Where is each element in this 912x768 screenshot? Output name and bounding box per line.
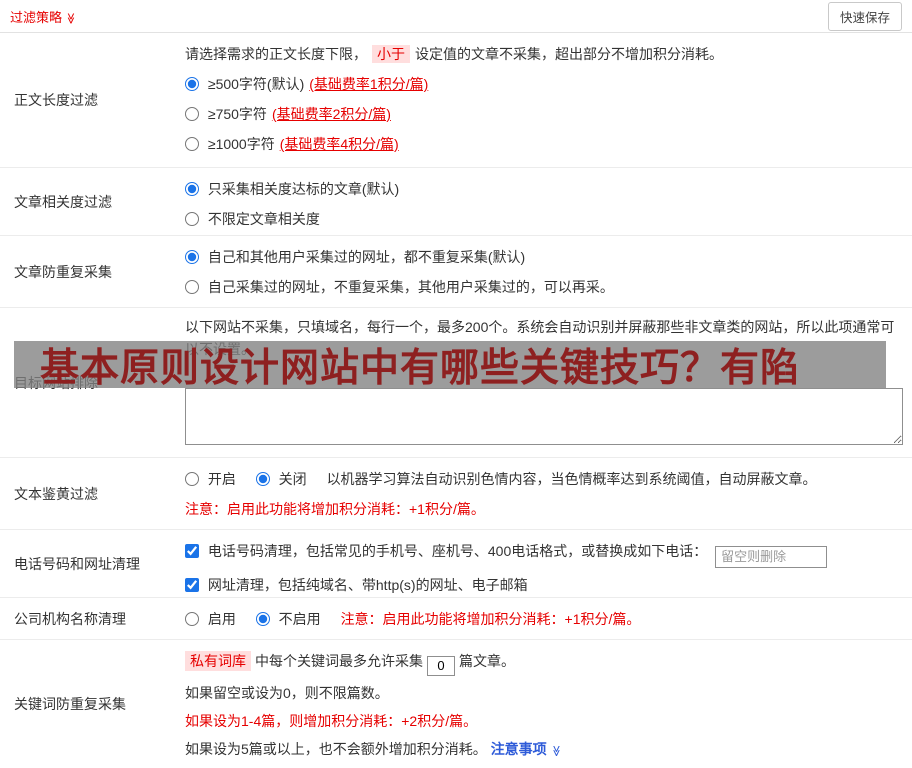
section-content-length: 正文长度过滤 请选择需求的正文长度下限， 小于 设定值的文章不采集，超出部分不增加积… [0, 33, 912, 168]
notice-link[interactable]: 注意事项 [491, 741, 547, 757]
length-750-text: ≥750字符 [207, 106, 267, 122]
length-750-fee: (基础费率2积分/篇) [271, 106, 391, 122]
company-clean-options: 启用 不启用 注意：启用此功能将增加积分消耗：+1积分/篇。 [185, 608, 904, 630]
content-length-label: 正文长度过滤 [14, 92, 98, 108]
section-porn-filter: 文本鉴黄过滤 开启 关闭 以机器学习算法自动识别色情内容，当色情概率达到系统阈值… [0, 458, 912, 530]
length-500-fee: (基础费率1积分/篇) [309, 76, 429, 92]
relevance-any-option[interactable]: 不限定文章相关度 [185, 208, 904, 230]
porn-filter-description: 以机器学习算法自动识别色情内容，当色情概率达到系统阈值，自动屏蔽文章。 [326, 471, 817, 487]
page-header: 过滤策略 ≫ 快速保存 [0, 0, 912, 33]
banner-overlay: 基本原则设计网站中有哪些关键技巧？有陷 [14, 341, 886, 388]
porn-filter-label: 文本鉴黄过滤 [14, 485, 98, 502]
phone-clean-line: 电话号码清理，包括常见的手机号、座机号、400电话格式，或替换成如下电话： [185, 538, 904, 568]
section-company-clean: 公司机构名称清理 启用 不启用 注意：启用此功能将增加积分消耗：+1积分/篇。 [0, 598, 912, 640]
length-1000-fee: (基础费率4积分/篇) [279, 136, 399, 152]
company-on-radio[interactable] [185, 612, 199, 626]
dedup-all-users-text: 自己和其他用户采集过的网址，都不重复采集(默认) [207, 249, 526, 265]
page-title-text: 过滤策略 [10, 9, 63, 25]
porn-on-option[interactable]: 开启 [185, 471, 240, 487]
porn-on-text: 开启 [207, 471, 236, 487]
chevron-down-icon: ≫ [64, 12, 77, 24]
url-clean-option[interactable]: 网址清理，包括纯域名、带http(s)的网址、电子邮箱 [185, 577, 528, 593]
keyword-count-mid-text: 中每个关键词最多允许采集 [255, 653, 423, 669]
replacement-phone-input[interactable] [715, 545, 828, 568]
phone-clean-text: 电话号码清理，包括常见的手机号、座机号、400电话格式，或替换成如下电话： [207, 543, 708, 559]
site-exclude-textarea[interactable] [185, 388, 903, 445]
length-500-radio[interactable] [185, 77, 199, 91]
keyword-dedup-label: 关键词防重复采集 [14, 696, 126, 712]
company-on-text: 启用 [207, 611, 236, 627]
relevance-body: 只采集相关度达标的文章(默认) 不限定文章相关度 [175, 168, 912, 235]
dedup-all-users-radio[interactable] [185, 250, 199, 264]
relevance-any-text: 不限定文章相关度 [207, 211, 320, 227]
private-lexicon-tag: 私有词库 [185, 651, 251, 671]
dedup-label: 文章防重复采集 [14, 263, 112, 280]
less-than-highlight: 小于 [372, 45, 410, 63]
company-clean-warning: 注意：启用此功能将增加积分消耗：+1积分/篇。 [340, 611, 641, 627]
dedup-body: 自己和其他用户采集过的网址，都不重复采集(默认) 自己采集过的网址，不重复采集，… [175, 236, 912, 307]
url-clean-text: 网址清理，包括纯域名、带http(s)的网址、电子邮箱 [207, 576, 528, 593]
keyword-rule-five-line: 如果设为5篇或以上，也不会额外增加积分消耗。 注意事项 ≫ [185, 738, 904, 762]
filter-strategy-page: 过滤策略 ≫ 快速保存 正文长度过滤 请选择需求的正文长度下限， 小于 设定值的文章不… [0, 0, 912, 768]
porn-off-radio[interactable] [255, 472, 270, 486]
porn-off-option[interactable]: 关闭 [255, 471, 311, 487]
dedup-self-only-text: 自己采集过的网址，不重复采集，其他用户采集过的，可以再采。 [207, 279, 614, 295]
company-off-radio[interactable] [255, 612, 270, 626]
length-1000-option[interactable]: ≥1000字符 (基础费率4积分/篇) [185, 133, 904, 155]
porn-filter-warning: 注意：启用此功能将增加积分消耗：+1积分/篇。 [185, 501, 485, 517]
porn-filter-body: 开启 关闭 以机器学习算法自动识别色情内容，当色情概率达到系统阈值，自动屏蔽文章… [175, 458, 912, 529]
porn-off-text: 关闭 [278, 471, 307, 487]
relevance-label: 文章相关度过滤 [14, 193, 112, 210]
length-1000-radio[interactable] [185, 137, 199, 151]
dedup-all-users-option[interactable]: 自己和其他用户采集过的网址，都不重复采集(默认) [185, 246, 904, 268]
length-1000-text: ≥1000字符 [207, 136, 275, 152]
phone-url-clean-body: 电话号码清理，包括常见的手机号、座机号、400电话格式，或替换成如下电话： 网址… [175, 530, 912, 597]
content-length-body: 请选择需求的正文长度下限， 小于 设定值的文章不采集，超出部分不增加积分消耗。 ≥5… [175, 33, 912, 167]
length-750-radio[interactable] [185, 107, 199, 121]
dedup-self-only-option[interactable]: 自己采集过的网址，不重复采集，其他用户采集过的，可以再采。 [185, 276, 904, 298]
section-keyword-dedup: 关键词防重复采集 私有词库中每个关键词最多允许采集 篇文章。 如果留空或设为0，则… [0, 640, 912, 768]
company-clean-body: 启用 不启用 注意：启用此功能将增加积分消耗：+1积分/篇。 [175, 598, 912, 639]
quick-save-button[interactable]: 快速保存 [827, 1, 902, 31]
phone-url-clean-label: 电话号码和网址清理 [14, 555, 140, 572]
page-title[interactable]: 过滤策略 ≫ [10, 7, 77, 26]
keyword-rule-cost: 如果设为1-4篇，则增加积分消耗：+2积分/篇。 [185, 712, 478, 729]
keyword-dedup-body: 私有词库中每个关键词最多允许采集 篇文章。 如果留空或设为0，则不限篇数。 如果设… [175, 640, 912, 768]
intro-text-after: 设定值的文章不采集，超出部分不增加积分消耗。 [415, 46, 723, 62]
length-500-option[interactable]: ≥500字符(默认) (基础费率1积分/篇) [185, 73, 904, 95]
phone-clean-option[interactable]: 电话号码清理，包括常见的手机号、座机号、400电话格式，或替换成如下电话： [185, 543, 711, 559]
keyword-count-line: 私有词库中每个关键词最多允许采集 篇文章。 [185, 648, 904, 676]
url-clean-line: 网址清理，包括纯域名、带http(s)的网址、电子邮箱 [185, 572, 904, 598]
relevance-strict-option[interactable]: 只采集相关度达标的文章(默认) [185, 178, 904, 200]
section-relevance: 文章相关度过滤 只采集相关度达标的文章(默认) 不限定文章相关度 [0, 168, 912, 236]
relevance-strict-radio[interactable] [185, 182, 199, 196]
company-clean-label: 公司机构名称清理 [14, 610, 126, 627]
url-clean-checkbox[interactable] [185, 577, 199, 592]
chevron-down-icon: ≫ [549, 744, 562, 757]
intro-text-before: 请选择需求的正文长度下限， [185, 46, 367, 62]
company-off-option[interactable]: 不启用 [255, 611, 325, 627]
dedup-self-only-radio[interactable] [185, 280, 199, 294]
keyword-count-input[interactable] [427, 655, 455, 676]
length-750-option[interactable]: ≥750字符 (基础费率2积分/篇) [185, 103, 904, 125]
banner-overlay-text: 基本原则设计网站中有哪些关键技巧？有陷 [40, 346, 801, 389]
length-500-text: ≥500字符(默认) [207, 76, 305, 92]
keyword-rule-unlimited: 如果留空或设为0，则不限篇数。 [185, 684, 389, 701]
keyword-count-end-text: 篇文章。 [459, 653, 515, 669]
porn-on-radio[interactable] [185, 472, 199, 486]
porn-filter-options: 开启 关闭 以机器学习算法自动识别色情内容，当色情概率达到系统阈值，自动屏蔽文章… [185, 468, 904, 490]
keyword-rule-five-text: 如果设为5篇或以上，也不会额外增加积分消耗。 [185, 740, 487, 757]
content-length-intro: 请选择需求的正文长度下限， 小于 设定值的文章不采集，超出部分不增加积分消耗。 [185, 43, 904, 65]
relevance-any-radio[interactable] [185, 212, 199, 226]
section-dedup: 文章防重复采集 自己和其他用户采集过的网址，都不重复采集(默认) 自己采集过的网… [0, 236, 912, 308]
phone-clean-checkbox[interactable] [185, 544, 199, 558]
relevance-strict-text: 只采集相关度达标的文章(默认) [207, 181, 400, 197]
company-off-text: 不启用 [278, 611, 321, 627]
company-on-option[interactable]: 启用 [185, 611, 240, 627]
section-phone-url-clean: 电话号码和网址清理 电话号码清理，包括常见的手机号、座机号、400电话格式，或替… [0, 530, 912, 598]
